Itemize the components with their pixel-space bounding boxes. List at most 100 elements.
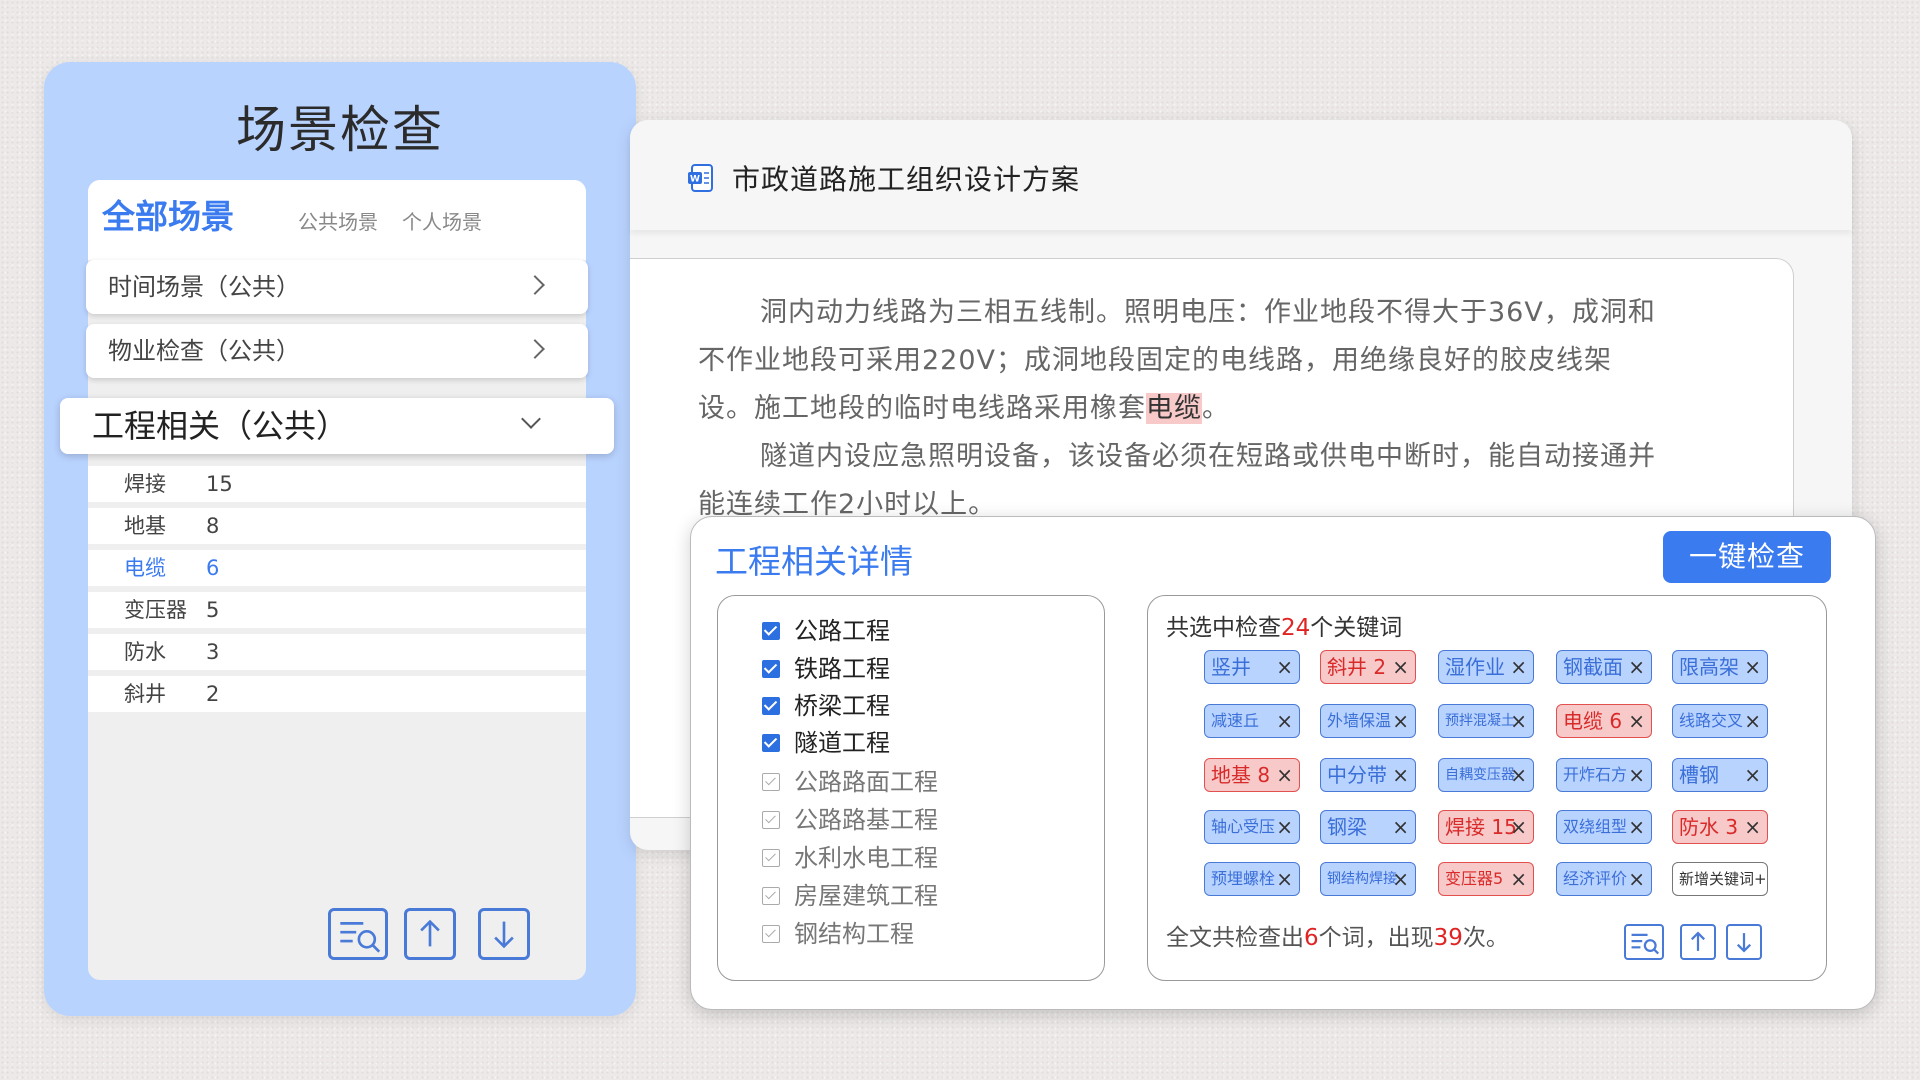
summary-text: 个关键词	[1310, 615, 1403, 641]
close-icon[interactable]: ×	[1276, 811, 1293, 843]
tab-personal-scenes[interactable]: 个人场景	[402, 206, 482, 235]
category-checklist: 公路工程 铁路工程 桥梁工程 隧道工程 公路路面工程 公路路基工程 水利水电工程…	[717, 595, 1105, 981]
svg-text:W: W	[690, 175, 700, 185]
keyword-chip[interactable]: 钢结构焊接 ×	[1320, 862, 1416, 896]
keyword-name: 斜井	[124, 682, 166, 706]
checkbox-icon	[762, 849, 780, 867]
download-icon[interactable]	[1726, 924, 1762, 960]
keyword-chip[interactable]: 外墙保温 ×	[1320, 704, 1416, 738]
close-icon[interactable]: ×	[1744, 705, 1761, 737]
detail-title: 工程相关详情	[715, 542, 913, 581]
close-icon[interactable]: ×	[1744, 651, 1761, 683]
search-doc-icon[interactable]	[1624, 924, 1664, 960]
close-icon[interactable]: ×	[1392, 759, 1409, 791]
chip-label: 双绕组型	[1563, 817, 1628, 836]
keyword-chip[interactable]: 中分带 ×	[1320, 758, 1416, 792]
result-text: 个词，出现	[1318, 925, 1434, 951]
category-time-scene[interactable]: 时间场景（公共）	[86, 260, 588, 314]
keyword-chip[interactable]: 电缆 6 ×	[1556, 704, 1652, 738]
document-paragraph: 隧道内设应急照明设备，该设备必须在短路或供电中断时，能自动接通并能连续工作2小时…	[698, 441, 1656, 520]
keyword-summary: 共选中检查24个关键词	[1166, 608, 1402, 642]
checkbox-label: 公路路基工程	[794, 806, 938, 834]
chevron-down-icon	[521, 409, 541, 429]
chip-label: 经济评价	[1563, 869, 1628, 888]
keyword-chip[interactable]: 自耦变压器 ×	[1438, 758, 1534, 792]
keyword-row-welding[interactable]: 焊接 15	[88, 466, 586, 502]
chip-label: 钢结构焊接	[1327, 871, 1397, 887]
highlighted-keyword[interactable]: 电缆	[1146, 393, 1202, 424]
keyword-chip[interactable]: 减速丘 ×	[1204, 704, 1300, 738]
close-icon[interactable]: ×	[1628, 759, 1645, 791]
close-icon[interactable]: ×	[1510, 863, 1527, 895]
checkbox-icon	[762, 622, 780, 640]
checkbox-icon	[762, 660, 780, 678]
keyword-chip[interactable]: 竖井 ×	[1204, 650, 1300, 684]
keyword-chip[interactable]: 变压器5 ×	[1438, 862, 1534, 896]
keyword-chip[interactable]: 双绕组型 ×	[1556, 810, 1652, 844]
chip-label: 湿作业	[1445, 655, 1505, 679]
keyword-chip[interactable]: 预拌混凝土 ×	[1438, 704, 1534, 738]
keyword-chip[interactable]: 开炸石方 ×	[1556, 758, 1652, 792]
keyword-count: 2	[206, 682, 220, 706]
close-icon[interactable]: ×	[1744, 759, 1761, 791]
checkbox-icon	[762, 811, 780, 829]
tab-all-scenes[interactable]: 全部场景	[102, 190, 234, 238]
result-word-count: 6	[1304, 925, 1319, 951]
add-keyword-button[interactable]: 新增关键词+	[1672, 862, 1768, 896]
close-icon[interactable]: ×	[1276, 863, 1293, 895]
close-icon[interactable]: ×	[1628, 705, 1645, 737]
close-icon[interactable]: ×	[1392, 863, 1409, 895]
scene-list-container: 全部场景 公共场景 个人场景 时间场景（公共） 物业检查（公共） 工程相关（公共…	[60, 180, 614, 980]
chip-label: 中分带	[1327, 763, 1387, 787]
upload-icon[interactable]	[1680, 924, 1716, 960]
close-icon[interactable]: ×	[1276, 705, 1293, 737]
keyword-row-waterproof[interactable]: 防水 3	[88, 634, 586, 670]
scene-tabs: 全部场景 公共场景 个人场景	[88, 180, 586, 260]
close-icon[interactable]: ×	[1392, 705, 1409, 737]
close-icon[interactable]: ×	[1628, 651, 1645, 683]
keyword-chip[interactable]: 地基 8 ×	[1204, 758, 1300, 792]
one-click-check-button[interactable]: 一键检查	[1663, 531, 1831, 583]
keyword-chip[interactable]: 槽钢 ×	[1672, 758, 1768, 792]
close-icon[interactable]: ×	[1392, 651, 1409, 683]
chip-label: 减速丘	[1211, 711, 1260, 730]
keyword-name: 电缆	[124, 556, 166, 580]
keyword-chip[interactable]: 经济评价 ×	[1556, 862, 1652, 896]
tab-public-scenes[interactable]: 公共场景	[298, 206, 378, 235]
keyword-chip[interactable]: 钢梁 ×	[1320, 810, 1416, 844]
keyword-chip[interactable]: 焊接 15 ×	[1438, 810, 1534, 844]
close-icon[interactable]: ×	[1628, 863, 1645, 895]
search-doc-icon[interactable]	[328, 908, 388, 960]
keyword-row-inclined-shaft[interactable]: 斜井 2	[88, 676, 586, 712]
close-icon[interactable]: ×	[1276, 651, 1293, 683]
summary-text: 共选中检查	[1166, 615, 1281, 641]
close-icon[interactable]: ×	[1510, 811, 1527, 843]
checkbox-icon	[762, 773, 780, 791]
document-title: 市政道路施工组织设计方案	[732, 163, 1081, 196]
category-engineering-expanded[interactable]: 工程相关（公共）	[60, 398, 614, 454]
keyword-chip[interactable]: 轴心受压 ×	[1204, 810, 1300, 844]
keyword-row-cable[interactable]: 电缆 6	[88, 550, 586, 586]
close-icon[interactable]: ×	[1510, 759, 1527, 791]
keyword-chip[interactable]: 线路交叉 ×	[1672, 704, 1768, 738]
close-icon[interactable]: ×	[1744, 811, 1761, 843]
chip-label: 预拌混凝土	[1445, 713, 1515, 729]
chip-label: 轴心受压	[1211, 817, 1276, 836]
keyword-row-foundation[interactable]: 地基 8	[88, 508, 586, 544]
close-icon[interactable]: ×	[1392, 811, 1409, 843]
keyword-chip[interactable]: 预埋螺栓 ×	[1204, 862, 1300, 896]
close-icon[interactable]: ×	[1276, 759, 1293, 791]
category-property-check[interactable]: 物业检查（公共）	[86, 324, 588, 378]
close-icon[interactable]: ×	[1628, 811, 1645, 843]
keyword-chip[interactable]: 斜井 2 ×	[1320, 650, 1416, 684]
keyword-chip[interactable]: 限高架 ×	[1672, 650, 1768, 684]
close-icon[interactable]: ×	[1510, 651, 1527, 683]
keyword-chip[interactable]: 防水 3 ×	[1672, 810, 1768, 844]
result-text: 次。	[1462, 925, 1509, 951]
keyword-chip[interactable]: 湿作业 ×	[1438, 650, 1534, 684]
keyword-chip[interactable]: 钢截面 ×	[1556, 650, 1652, 684]
close-icon[interactable]: ×	[1510, 705, 1527, 737]
keyword-row-transformer[interactable]: 变压器 5	[88, 592, 586, 628]
upload-icon[interactable]	[404, 908, 456, 960]
download-icon[interactable]	[478, 908, 530, 960]
